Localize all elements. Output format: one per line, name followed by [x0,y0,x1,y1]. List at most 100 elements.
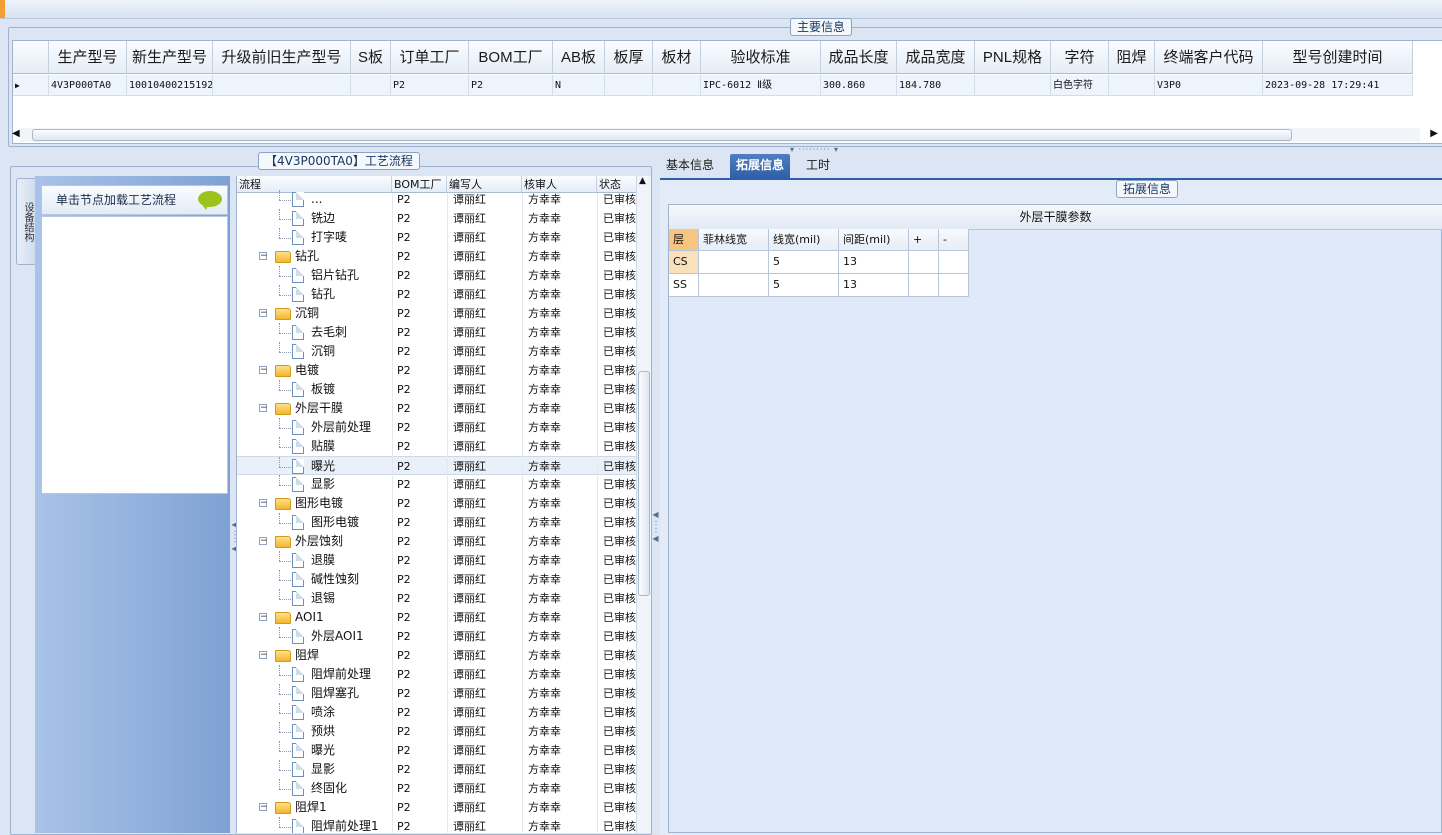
expand-toggle-icon[interactable]: − [259,613,268,622]
tab-basic-info[interactable]: 基本信息 [660,154,720,178]
tree-row[interactable]: 板镀 P2 谭丽红 方幸幸 已审核 [237,380,637,399]
tree-row[interactable]: 铝片钻孔 P2 谭丽红 方幸幸 已审核 [237,266,637,285]
tree-row[interactable]: 阻焊前处理 P2 谭丽红 方幸幸 已审核 [237,665,637,684]
tree-row[interactable]: 喷涂 P2 谭丽红 方幸幸 已审核 [237,703,637,722]
row-selector[interactable]: ▶ [13,75,49,96]
expand-toggle-icon[interactable]: − [259,537,268,546]
column-header[interactable]: 板厚 [605,41,653,74]
tree-row[interactable]: 终固化 P2 谭丽红 方幸幸 已审核 [237,779,637,798]
tree-row[interactable]: − 阻焊 P2 谭丽红 方幸幸 已审核 [237,646,637,665]
param-cell[interactable] [909,274,939,297]
expand-toggle-icon[interactable]: − [259,309,268,318]
tree-row[interactable]: 去毛刺 P2 谭丽红 方幸幸 已审核 [237,323,637,342]
tree-row[interactable]: ... P2 谭丽红 方幸幸 已审核 [237,190,637,209]
tree-row[interactable]: − 沉铜 P2 谭丽红 方幸幸 已审核 [237,304,637,323]
tree-row[interactable]: 贴膜 P2 谭丽红 方幸幸 已审核 [237,437,637,456]
scroll-up-icon[interactable]: ▲ [639,176,646,186]
tree-row[interactable]: 铣边 P2 谭丽红 方幸幸 已审核 [237,209,637,228]
param-cell[interactable]: CS [669,251,699,274]
hscroll-thumb[interactable] [32,129,1292,141]
param-column-header[interactable]: + [909,229,939,251]
tab-extend-info[interactable]: 拓展信息 [730,154,791,178]
tree-row[interactable]: 钻孔 P2 谭丽红 方幸幸 已审核 [237,285,637,304]
grid-cell[interactable]: 10010400215192 [127,75,213,96]
right-splitter[interactable]: ◀····◀ [651,510,660,544]
grid-cell[interactable] [351,75,391,96]
param-cell[interactable]: 13 [839,251,909,274]
tree-row[interactable]: 碱性蚀刻 P2 谭丽红 方幸幸 已审核 [237,570,637,589]
tree-row[interactable]: − 外层蚀刻 P2 谭丽红 方幸幸 已审核 [237,532,637,551]
param-column-header[interactable]: 层 [669,229,699,251]
column-header[interactable]: 成品长度 [821,41,897,74]
grid-cell[interactable]: 184.780 [897,75,975,96]
grid-cell[interactable] [653,75,701,96]
param-cell[interactable]: SS [669,274,699,297]
param-cell[interactable] [909,251,939,274]
column-header[interactable]: 验收标准 [701,41,821,74]
tree-row[interactable]: − 电镀 P2 谭丽红 方幸幸 已审核 [237,361,637,380]
column-header[interactable]: S板 [351,41,391,74]
vscroll-thumb[interactable] [638,371,650,596]
grid-cell[interactable] [1109,75,1155,96]
grid-cell[interactable]: IPC-6012 Ⅱ级 [701,75,821,96]
tree-row[interactable]: 显影 P2 谭丽红 方幸幸 已审核 [237,760,637,779]
column-header[interactable]: 生产型号 [49,41,127,74]
grid-cell[interactable]: 白色字符 [1051,75,1109,96]
param-cell[interactable]: 5 [769,274,839,297]
column-header[interactable]: 终端客户代码 [1155,41,1263,74]
column-header[interactable]: 字符 [1051,41,1109,74]
tree-row[interactable]: 显影 P2 谭丽红 方幸幸 已审核 [237,475,637,494]
tree-row[interactable]: 曝光 P2 谭丽红 方幸幸 已审核 [237,456,637,475]
expand-toggle-icon[interactable]: − [259,252,268,261]
grid-cell[interactable] [605,75,653,96]
tree-row[interactable]: 曝光 P2 谭丽红 方幸幸 已审核 [237,741,637,760]
tree-row[interactable]: 阻焊前处理1 P2 谭丽红 方幸幸 已审核 [237,817,637,833]
grid-cell[interactable]: P2 [391,75,469,96]
column-header[interactable]: 成品宽度 [897,41,975,74]
tree-row[interactable]: − AOI1 P2 谭丽红 方幸幸 已审核 [237,608,637,627]
tree-row[interactable]: − 钻孔 P2 谭丽红 方幸幸 已审核 [237,247,637,266]
device-structure-tab[interactable]: 设备结构 [16,178,37,265]
grid-cell[interactable]: 4V3P000TA0 [49,75,127,96]
tree-row[interactable]: 退锡 P2 谭丽红 方幸幸 已审核 [237,589,637,608]
expand-toggle-icon[interactable]: − [259,803,268,812]
tree-row[interactable]: − 外层干膜 P2 谭丽红 方幸幸 已审核 [237,399,637,418]
column-header[interactable]: 升级前旧生产型号 [213,41,351,74]
grid-cell[interactable]: 2023-09-28 17:29:41 [1263,75,1413,96]
param-column-header[interactable]: - [939,229,969,251]
tree-row[interactable]: − 图形电镀 P2 谭丽红 方幸幸 已审核 [237,494,637,513]
splitter-handle[interactable]: ▾ ········· ▾ [790,145,839,154]
tree-row[interactable]: 打字唛 P2 谭丽红 方幸幸 已审核 [237,228,637,247]
param-column-header[interactable]: 间距(mil) [839,229,909,251]
grid-cell[interactable] [213,75,351,96]
column-header[interactable]: AB板 [553,41,605,74]
param-column-header[interactable]: 菲林线宽 [699,229,769,251]
grid-cell[interactable]: P2 [469,75,553,96]
tree-row[interactable]: 沉铜 P2 谭丽红 方幸幸 已审核 [237,342,637,361]
param-cell[interactable] [939,274,969,297]
column-header[interactable]: 板材 [653,41,701,74]
tree-row[interactable]: 外层前处理 P2 谭丽红 方幸幸 已审核 [237,418,637,437]
param-cell[interactable]: 5 [769,251,839,274]
tree-row[interactable]: 外层AOI1 P2 谭丽红 方幸幸 已审核 [237,627,637,646]
main-grid-hscrollbar[interactable]: ◀ ▶ [12,128,1438,142]
tab-work-hours[interactable]: 工时 [800,154,836,178]
column-header[interactable]: 订单工厂 [391,41,469,74]
param-cell[interactable] [699,274,769,297]
tree-vscrollbar[interactable]: ▲ [636,176,651,833]
column-header[interactable]: 型号创建时间 [1263,41,1413,74]
tree-row[interactable]: 阻焊塞孔 P2 谭丽红 方幸幸 已审核 [237,684,637,703]
grid-cell[interactable]: V3P0 [1155,75,1263,96]
tree-row[interactable]: − 阻焊1 P2 谭丽红 方幸幸 已审核 [237,798,637,817]
grid-cell[interactable]: 300.860 [821,75,897,96]
param-column-header[interactable]: 线宽(mil) [769,229,839,251]
column-header[interactable]: 新生产型号 [127,41,213,74]
process-tree-grid[interactable]: 流程 BOM工厂 编写人 核审人 状态... P2 谭丽红 方幸幸 已审核 铣边 P2 谭丽红 方幸幸已… [236,176,637,833]
grid-cell[interactable]: N [553,75,605,96]
expand-toggle-icon[interactable]: − [259,499,268,508]
expand-toggle-icon[interactable]: − [259,651,268,660]
tree-row[interactable]: 退膜 P2 谭丽红 方幸幸 已审核 [237,551,637,570]
expand-toggle-icon[interactable]: − [259,404,268,413]
param-cell[interactable]: 13 [839,274,909,297]
expand-toggle-icon[interactable]: − [259,366,268,375]
